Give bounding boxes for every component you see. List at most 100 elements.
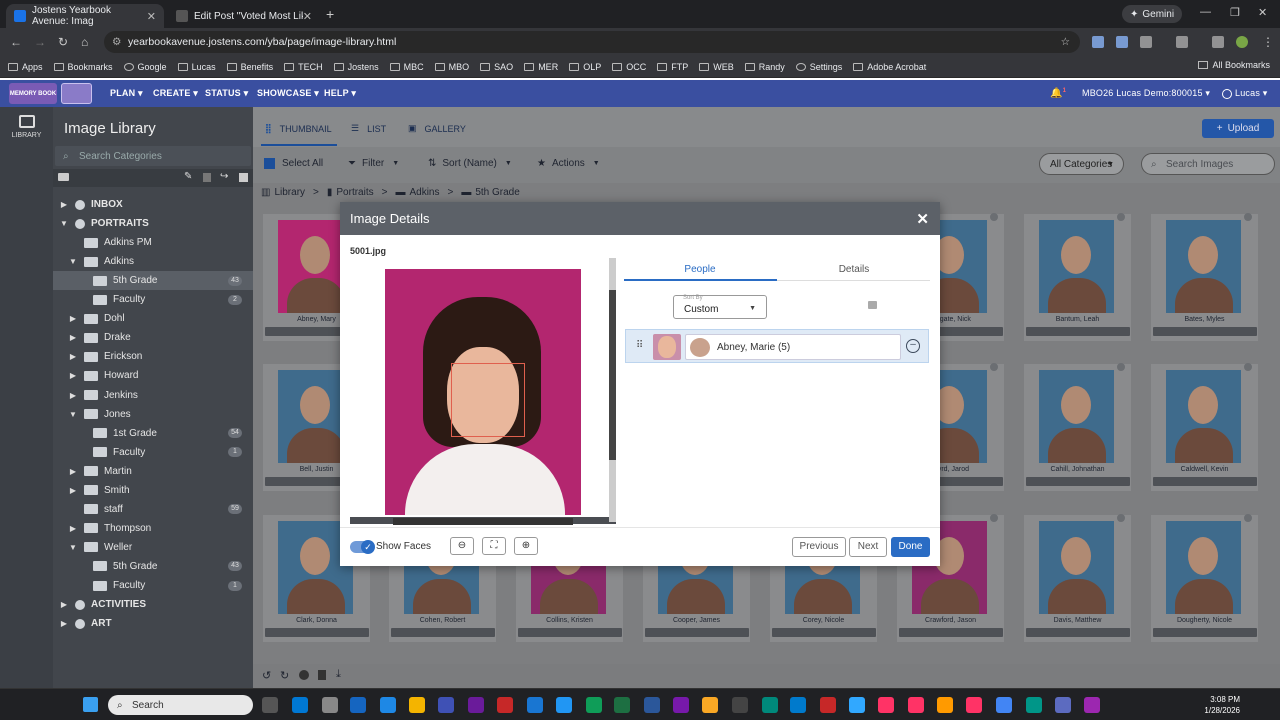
- chevron-right-icon[interactable]: ▶: [68, 371, 78, 380]
- filter-button[interactable]: ⏷ Filter ▼: [348, 158, 399, 169]
- upload-to-folder-icon[interactable]: [239, 173, 248, 182]
- close-window-icon[interactable]: ✕: [1258, 6, 1267, 19]
- tree-item[interactable]: ▶ Smith: [53, 481, 253, 500]
- actions-button[interactable]: ★ Actions ▼: [537, 158, 600, 169]
- taskbar-app-icon[interactable]: [673, 697, 689, 713]
- site-info-icon[interactable]: ⚙: [112, 36, 121, 48]
- download-icon[interactable]: ⤓: [336, 668, 341, 681]
- tree-item[interactable]: ▼ Jones: [53, 405, 253, 424]
- download-icon[interactable]: [1212, 36, 1224, 48]
- taskbar-app-icon[interactable]: [849, 697, 865, 713]
- breadcrumb-item[interactable]: Portraits: [336, 187, 373, 198]
- chevron-right-icon[interactable]: ▶: [68, 524, 78, 533]
- notification-bell-icon[interactable]: 🔔1: [1050, 88, 1066, 99]
- memory-book-logo[interactable]: MEMORY BOOK: [9, 83, 57, 104]
- taskbar-app-icon[interactable]: [292, 697, 308, 713]
- close-tab-icon[interactable]: ✕: [303, 10, 312, 23]
- select-radio[interactable]: [990, 213, 998, 221]
- taskbar-app-icon[interactable]: [586, 697, 602, 713]
- browser-tab[interactable]: Edit Post "Voted Most Likely To ✕: [168, 4, 320, 28]
- taskbar-app-icon[interactable]: [614, 697, 630, 713]
- chevron-down-icon[interactable]: ▼: [68, 543, 78, 552]
- select-radio[interactable]: [1117, 514, 1125, 522]
- taskbar-app-icon[interactable]: [790, 697, 806, 713]
- tree-item[interactable]: ▶ Erickson: [53, 347, 253, 366]
- select-radio[interactable]: [1117, 363, 1125, 371]
- delete-icon[interactable]: [203, 173, 211, 182]
- drag-handle-icon[interactable]: ⠿: [636, 340, 644, 351]
- menu-showcase[interactable]: SHOWCASE ▾: [257, 88, 319, 99]
- taskbar-app-icon[interactable]: [527, 697, 543, 713]
- fit-to-screen-button[interactable]: ⛶: [482, 537, 506, 555]
- trash-icon[interactable]: [318, 670, 326, 680]
- taskbar-app-icon[interactable]: [380, 697, 396, 713]
- tab-thumbnail[interactable]: ⣿ THUMBNAIL: [265, 123, 332, 134]
- taskbar-app-icon[interactable]: [262, 697, 278, 713]
- chevron-right-icon[interactable]: ▶: [59, 600, 69, 609]
- menu-create[interactable]: CREATE ▾: [153, 88, 198, 99]
- taskbar-app-icon[interactable]: [497, 697, 513, 713]
- scrollbar-thumb[interactable]: [609, 290, 616, 460]
- category-dropdown[interactable]: All Categories ▼: [1039, 153, 1124, 175]
- tree-item[interactable]: 5th Grade 43: [53, 557, 253, 576]
- image-card[interactable]: Dougherty, Nicole: [1151, 514, 1258, 642]
- profile-avatar[interactable]: [1236, 36, 1248, 48]
- chrome-menu-icon[interactable]: ⋮: [1262, 35, 1274, 49]
- tree-item[interactable]: ▶ Howard: [53, 366, 253, 385]
- taskbar-app-icon[interactable]: [1026, 697, 1042, 713]
- bookmark-folder[interactable]: MBO: [434, 62, 469, 72]
- taskbar-app-icon[interactable]: [322, 697, 338, 713]
- tree-item[interactable]: Faculty 1: [53, 576, 253, 595]
- chevron-right-icon[interactable]: ▶: [68, 333, 78, 342]
- bookmark-folder[interactable]: TECH: [284, 62, 323, 72]
- forward-icon[interactable]: →: [34, 35, 46, 49]
- bookmark-folder[interactable]: WEB: [699, 62, 734, 72]
- close-tab-icon[interactable]: ✕: [147, 10, 156, 23]
- chevron-right-icon[interactable]: ▶: [68, 391, 78, 400]
- sort-by-select[interactable]: Sort By Custom ▼: [673, 295, 767, 319]
- taskbar-app-icon[interactable]: [438, 697, 454, 713]
- taskbar-app-icon[interactable]: [966, 697, 982, 713]
- taskbar-app-icon[interactable]: [908, 697, 924, 713]
- chevron-down-icon[interactable]: ▼: [68, 410, 78, 419]
- bookmark-folder[interactable]: MBC: [389, 62, 424, 72]
- taskbar-app-icon[interactable]: [556, 697, 572, 713]
- browser-tab-active[interactable]: Jostens Yearbook Avenue: Imag ✕: [6, 4, 164, 28]
- image-card[interactable]: Davis, Matthew: [1024, 514, 1131, 642]
- chevron-right-icon[interactable]: ▶: [68, 352, 78, 361]
- person-name-field[interactable]: Abney, Marie (5): [685, 334, 901, 360]
- menu-help[interactable]: HELP ▾: [324, 88, 356, 99]
- bookmark-folder[interactable]: Jostens: [333, 62, 379, 72]
- select-radio[interactable]: [1117, 213, 1125, 221]
- viewer-horizontal-scrollbar[interactable]: [393, 518, 573, 525]
- tab-list[interactable]: ☰ LIST: [351, 123, 386, 134]
- add-person-icon[interactable]: [868, 301, 877, 309]
- tree-item[interactable]: ▶ INBOX: [53, 195, 253, 214]
- remove-person-icon[interactable]: –: [906, 339, 920, 353]
- tree-item[interactable]: staff 59: [53, 500, 253, 519]
- bookmark-folder[interactable]: FTP: [657, 62, 688, 72]
- select-radio[interactable]: [990, 363, 998, 371]
- chevron-down-icon[interactable]: ▼: [68, 257, 78, 266]
- taskbar-app-icon[interactable]: [350, 697, 366, 713]
- tree-item[interactable]: 1st Grade 54: [53, 424, 253, 443]
- minimize-icon[interactable]: —: [1200, 6, 1211, 18]
- image-card[interactable]: Bantum, Leah: [1024, 213, 1131, 341]
- bookmark-folder[interactable]: SAO: [480, 62, 513, 72]
- new-tab-icon[interactable]: +: [326, 6, 334, 22]
- tree-item[interactable]: ▶ ART: [53, 614, 253, 633]
- person-row[interactable]: ⠿ Abney, Marie (5) –: [625, 329, 929, 363]
- category-search-input[interactable]: ⌕ Search Categories: [55, 146, 251, 166]
- back-icon[interactable]: ←: [10, 35, 22, 49]
- taskbar-app-icon[interactable]: [702, 697, 718, 713]
- zoom-out-button[interactable]: ⊖: [450, 537, 474, 555]
- select-radio[interactable]: [1244, 213, 1252, 221]
- bookmark-folder[interactable]: OCC: [612, 62, 646, 72]
- bookmark-settings[interactable]: Settings: [795, 62, 842, 72]
- tree-item[interactable]: ▶ Jenkins: [53, 386, 253, 405]
- sort-button[interactable]: ⇅ Sort (Name) ▼: [428, 158, 512, 169]
- tree-item[interactable]: 5th Grade 43: [53, 271, 253, 291]
- bookmark-folder[interactable]: Lucas: [177, 62, 216, 72]
- taskbar-app-icon[interactable]: [878, 697, 894, 713]
- done-button[interactable]: Done: [891, 537, 930, 557]
